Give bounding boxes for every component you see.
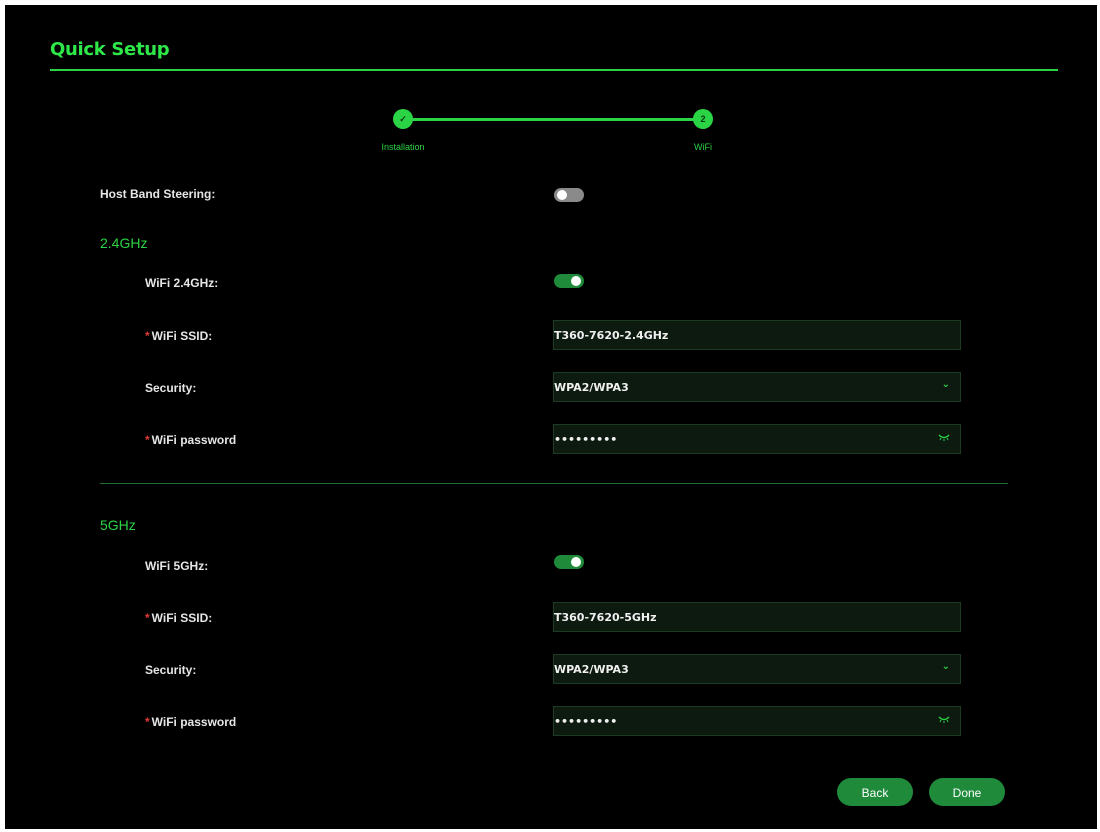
toggle-knob <box>571 557 581 567</box>
ssid-24ghz-value: T360-7620-2.4GHz <box>554 329 669 342</box>
host-band-steering-toggle[interactable] <box>554 188 584 202</box>
host-band-steering-label: Host Band Steering: <box>100 187 216 201</box>
wifi-5ghz-toggle[interactable] <box>554 555 584 569</box>
security-5ghz-value: WPA2/WPA3 <box>554 663 629 676</box>
security-24ghz-value: WPA2/WPA3 <box>554 381 629 394</box>
ssid-5ghz-label-text: WiFi SSID: <box>151 611 213 625</box>
password-5ghz-label: * WiFi password <box>145 715 236 729</box>
password-5ghz-value: ••••••••• <box>554 715 618 728</box>
security-5ghz-select[interactable]: WPA2/WPA3 ⌄ <box>553 654 961 684</box>
required-marker: * <box>145 329 150 343</box>
eye-icon[interactable] <box>938 715 950 726</box>
password-5ghz-input[interactable]: ••••••••• <box>553 706 961 736</box>
wifi-24ghz-label: WiFi 2.4GHz: <box>145 276 219 290</box>
quick-setup-panel: Quick Setup ✓ 2 Installation WiFi Host B… <box>5 5 1097 829</box>
required-marker: * <box>145 611 150 625</box>
password-5ghz-label-text: WiFi password <box>151 715 237 729</box>
security-24ghz-select[interactable]: WPA2/WPA3 ⌄ <box>553 372 961 402</box>
done-button[interactable]: Done <box>929 778 1005 806</box>
page-title: Quick Setup <box>50 39 170 60</box>
chevron-down-icon: ⌄ <box>941 379 950 390</box>
ssid-24ghz-label: * WiFi SSID: <box>145 329 212 343</box>
step-wifi-marker: 2 <box>693 109 713 129</box>
section-divider <box>100 483 1008 484</box>
step-installation-check-icon: ✓ <box>393 109 413 129</box>
password-24ghz-input[interactable]: ••••••••• <box>553 424 961 454</box>
security-24ghz-label: Security: <box>145 381 197 395</box>
password-24ghz-label: * WiFi password <box>145 433 236 447</box>
band-24ghz-title: 2.4GHz <box>100 235 148 251</box>
password-24ghz-label-text: WiFi password <box>151 433 237 447</box>
step-installation-label: Installation <box>381 142 425 152</box>
required-marker: * <box>145 715 150 729</box>
eye-icon[interactable] <box>938 433 950 444</box>
title-divider <box>50 69 1058 71</box>
band-5ghz-title: 5GHz <box>100 517 136 533</box>
ssid-5ghz-value: T360-7620-5GHz <box>554 611 657 624</box>
stepper-progress-line <box>403 118 703 121</box>
back-button[interactable]: Back <box>837 778 913 806</box>
toggle-knob <box>571 276 581 286</box>
required-marker: * <box>145 433 150 447</box>
chevron-down-icon: ⌄ <box>941 661 950 672</box>
step-wifi-label: WiFi <box>694 142 712 152</box>
ssid-24ghz-label-text: WiFi SSID: <box>151 329 213 343</box>
password-24ghz-value: ••••••••• <box>554 433 618 446</box>
toggle-knob <box>557 190 567 200</box>
wifi-5ghz-label: WiFi 5GHz: <box>145 559 209 573</box>
ssid-5ghz-input[interactable]: T360-7620-5GHz <box>553 602 961 632</box>
security-5ghz-label: Security: <box>145 663 197 677</box>
ssid-24ghz-input[interactable]: T360-7620-2.4GHz <box>553 320 961 350</box>
wifi-24ghz-toggle[interactable] <box>554 274 584 288</box>
ssid-5ghz-label: * WiFi SSID: <box>145 611 212 625</box>
